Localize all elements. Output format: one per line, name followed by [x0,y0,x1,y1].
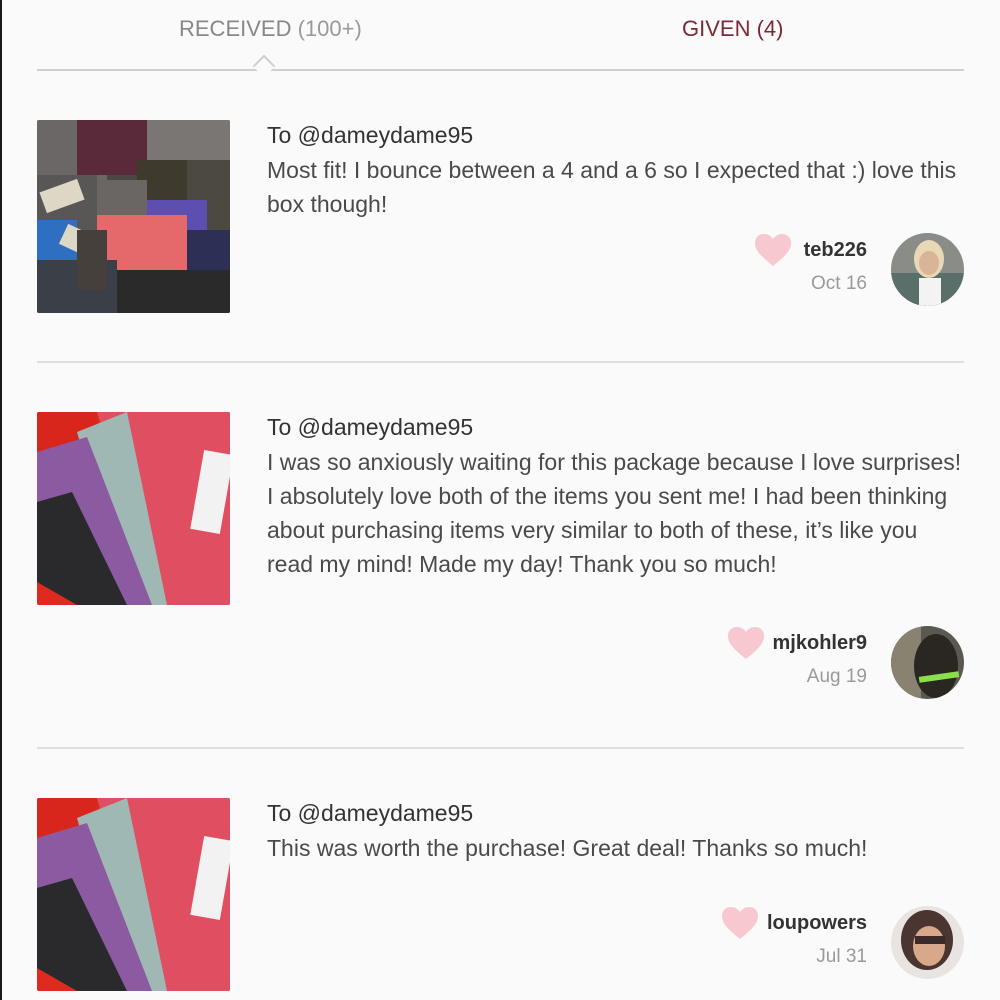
clothing-pile-photo [37,120,230,313]
review-recipient: To @dameydame95 [267,122,474,148]
reviewer-username[interactable]: teb226 [804,239,867,262]
review-message: Most fit! I bounce between a 4 and a 6 s… [267,157,957,217]
tab-received-count: (100+) [297,16,362,41]
tab-received[interactable]: RECEIVED (100+) [179,16,362,42]
review-meta: mjkohler9 Aug 19 [704,626,964,702]
review-message: I was so anxiously waiting for this pack… [267,449,962,577]
tab-given[interactable]: GIVEN (4) [682,16,783,42]
heart-icon[interactable] [727,626,765,660]
review-body: To @dameydame95 This was worth the purch… [267,800,967,865]
review-photo[interactable] [37,798,230,991]
review-tabs: RECEIVED (100+) GIVEN (4) [37,0,964,78]
heart-icon[interactable] [721,906,759,940]
tab-given-label: GIVEN (4) [682,16,784,41]
avatar[interactable] [891,906,964,979]
tab-received-label: RECEIVED [179,16,292,41]
review-photo[interactable] [37,120,230,313]
tab-underline [37,69,964,71]
leggings-photo [37,412,230,605]
reviewer-username[interactable]: mjkohler9 [773,632,867,655]
review-date: Jul 31 [816,946,867,967]
review-photo[interactable] [37,412,230,605]
review-recipient: To @dameydame95 [267,800,474,826]
review-date: Aug 19 [806,666,867,687]
review-meta: loupowers Jul 31 [704,906,964,982]
review-body: To @dameydame95 Most fit! I bounce betwe… [267,122,967,221]
review-date: Oct 16 [811,273,867,294]
divider [37,361,964,363]
mjkohler9-avatar [891,626,964,699]
teb226-avatar [891,233,964,306]
heart-icon[interactable] [754,233,792,267]
review-recipient: To @dameydame95 [267,414,474,440]
review-meta: teb226 Oct 16 [704,233,964,309]
reviewer-username[interactable]: loupowers [767,912,867,935]
divider [37,747,964,749]
caret-up-icon [252,54,276,78]
review-body: To @dameydame95 I was so anxiously waiti… [267,414,967,581]
window-edge [0,0,2,1000]
review-message: This was worth the purchase! Great deal!… [267,835,868,861]
avatar[interactable] [891,233,964,306]
loupowers-avatar [891,906,964,979]
leggings-photo [37,798,230,991]
avatar[interactable] [891,626,964,699]
